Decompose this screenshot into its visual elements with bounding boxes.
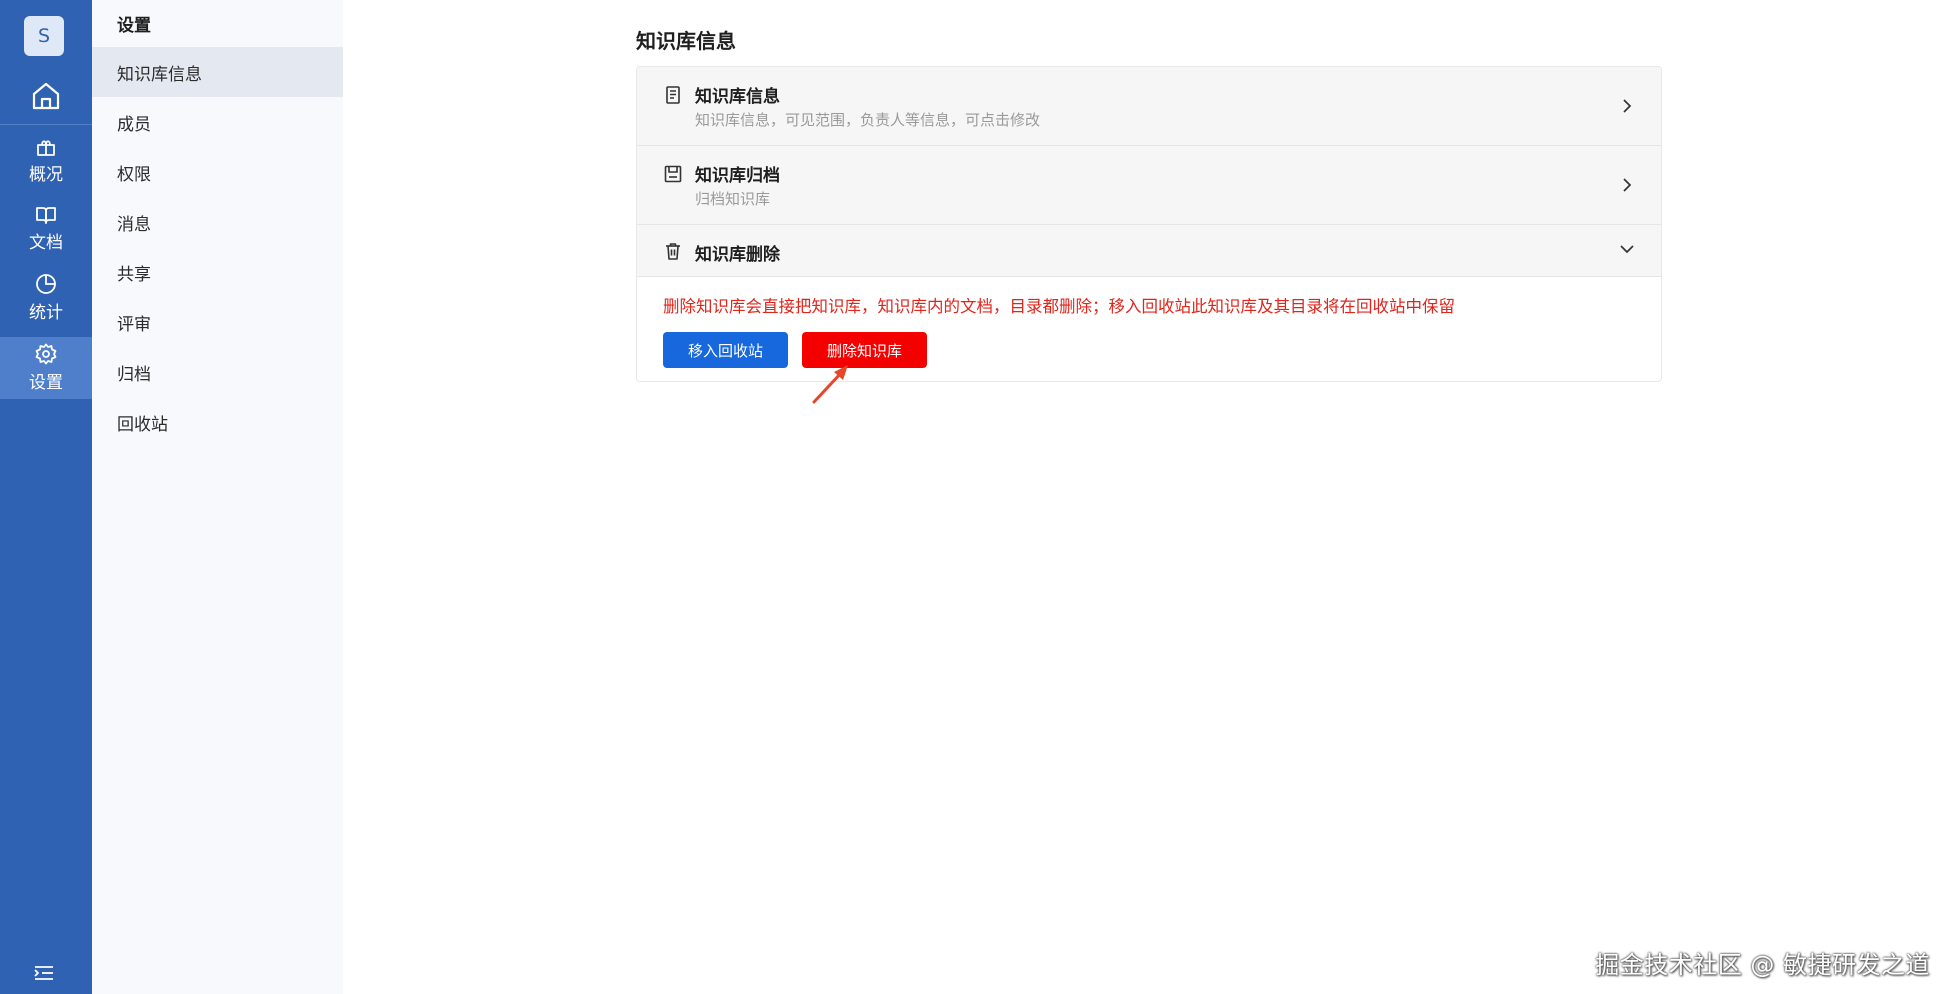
rail-divider [0, 124, 92, 125]
sidebar-item-permissions[interactable]: 权限 [92, 147, 343, 197]
section-title: 知识库删除 [695, 245, 780, 265]
delete-warning-text: 删除知识库会直接把知识库，知识库内的文档，目录都删除；移入回收站此知识库及其目录… [663, 297, 1455, 316]
rail-item-label: 统计 [29, 303, 63, 323]
box-icon [36, 137, 56, 157]
book-icon [35, 205, 57, 225]
section-subtitle: 知识库信息，可见范围，负责人等信息，可点击修改 [695, 111, 1041, 129]
sidebar-item-archive[interactable]: 归档 [92, 347, 343, 397]
section-title: 知识库信息 [695, 87, 780, 107]
rail-item-overview[interactable]: 概况 [0, 130, 92, 192]
watermark: 掘金技术社区 @ 敏捷研发之道 [1595, 951, 1930, 979]
rail-item-statistics[interactable]: 统计 [0, 267, 92, 329]
section-subtitle: 归档知识库 [695, 190, 771, 208]
pie-chart-icon [35, 273, 57, 295]
rail-item-documents[interactable]: 文档 [0, 198, 92, 260]
move-to-recycle-bin-button[interactable]: 移入回收站 [663, 332, 788, 368]
section-title: 知识库归档 [695, 166, 780, 186]
section-kb-delete[interactable]: 知识库删除 [637, 225, 1661, 277]
chevron-right-icon [1619, 98, 1635, 114]
sidebar-item-messages[interactable]: 消息 [92, 197, 343, 247]
rail-item-label: 文档 [29, 233, 63, 253]
sidebar-item-review[interactable]: 评审 [92, 297, 343, 347]
settings-sidebar: 设置 知识库信息 成员 权限 消息 共享 评审 归档 回收站 [92, 0, 343, 994]
chevron-down-icon [1619, 241, 1635, 257]
section-kb-archive[interactable]: 知识库归档 归档知识库 [637, 146, 1661, 225]
sidebar-item-kb-info[interactable]: 知识库信息 [92, 47, 343, 97]
page-title: 知识库信息 [636, 29, 736, 53]
chevron-right-icon [1619, 177, 1635, 193]
home-icon[interactable] [26, 78, 66, 114]
document-icon [663, 85, 683, 105]
sidebar-item-sharing[interactable]: 共享 [92, 247, 343, 297]
sidebar-item-members[interactable]: 成员 [92, 97, 343, 147]
menu-collapse-icon[interactable] [30, 962, 58, 984]
gear-icon [35, 343, 57, 365]
rail-item-settings[interactable]: 设置 [0, 337, 92, 399]
rail-item-label: 设置 [29, 373, 63, 393]
annotation-arrow-icon [812, 365, 848, 404]
avatar[interactable]: S [24, 16, 64, 56]
section-kb-info[interactable]: 知识库信息 知识库信息，可见范围，负责人等信息，可点击修改 [637, 67, 1661, 146]
sidebar-item-recycle-bin[interactable]: 回收站 [92, 397, 343, 447]
settings-panel: 知识库信息 知识库信息，可见范围，负责人等信息，可点击修改 知识库归档 归档知识… [636, 66, 1662, 382]
archive-icon [663, 164, 683, 184]
app-rail: S 概况 文档 统计 设置 [0, 0, 92, 994]
sidebar-title: 设置 [117, 16, 151, 36]
trash-icon [663, 241, 683, 261]
rail-item-label: 概况 [29, 165, 63, 185]
